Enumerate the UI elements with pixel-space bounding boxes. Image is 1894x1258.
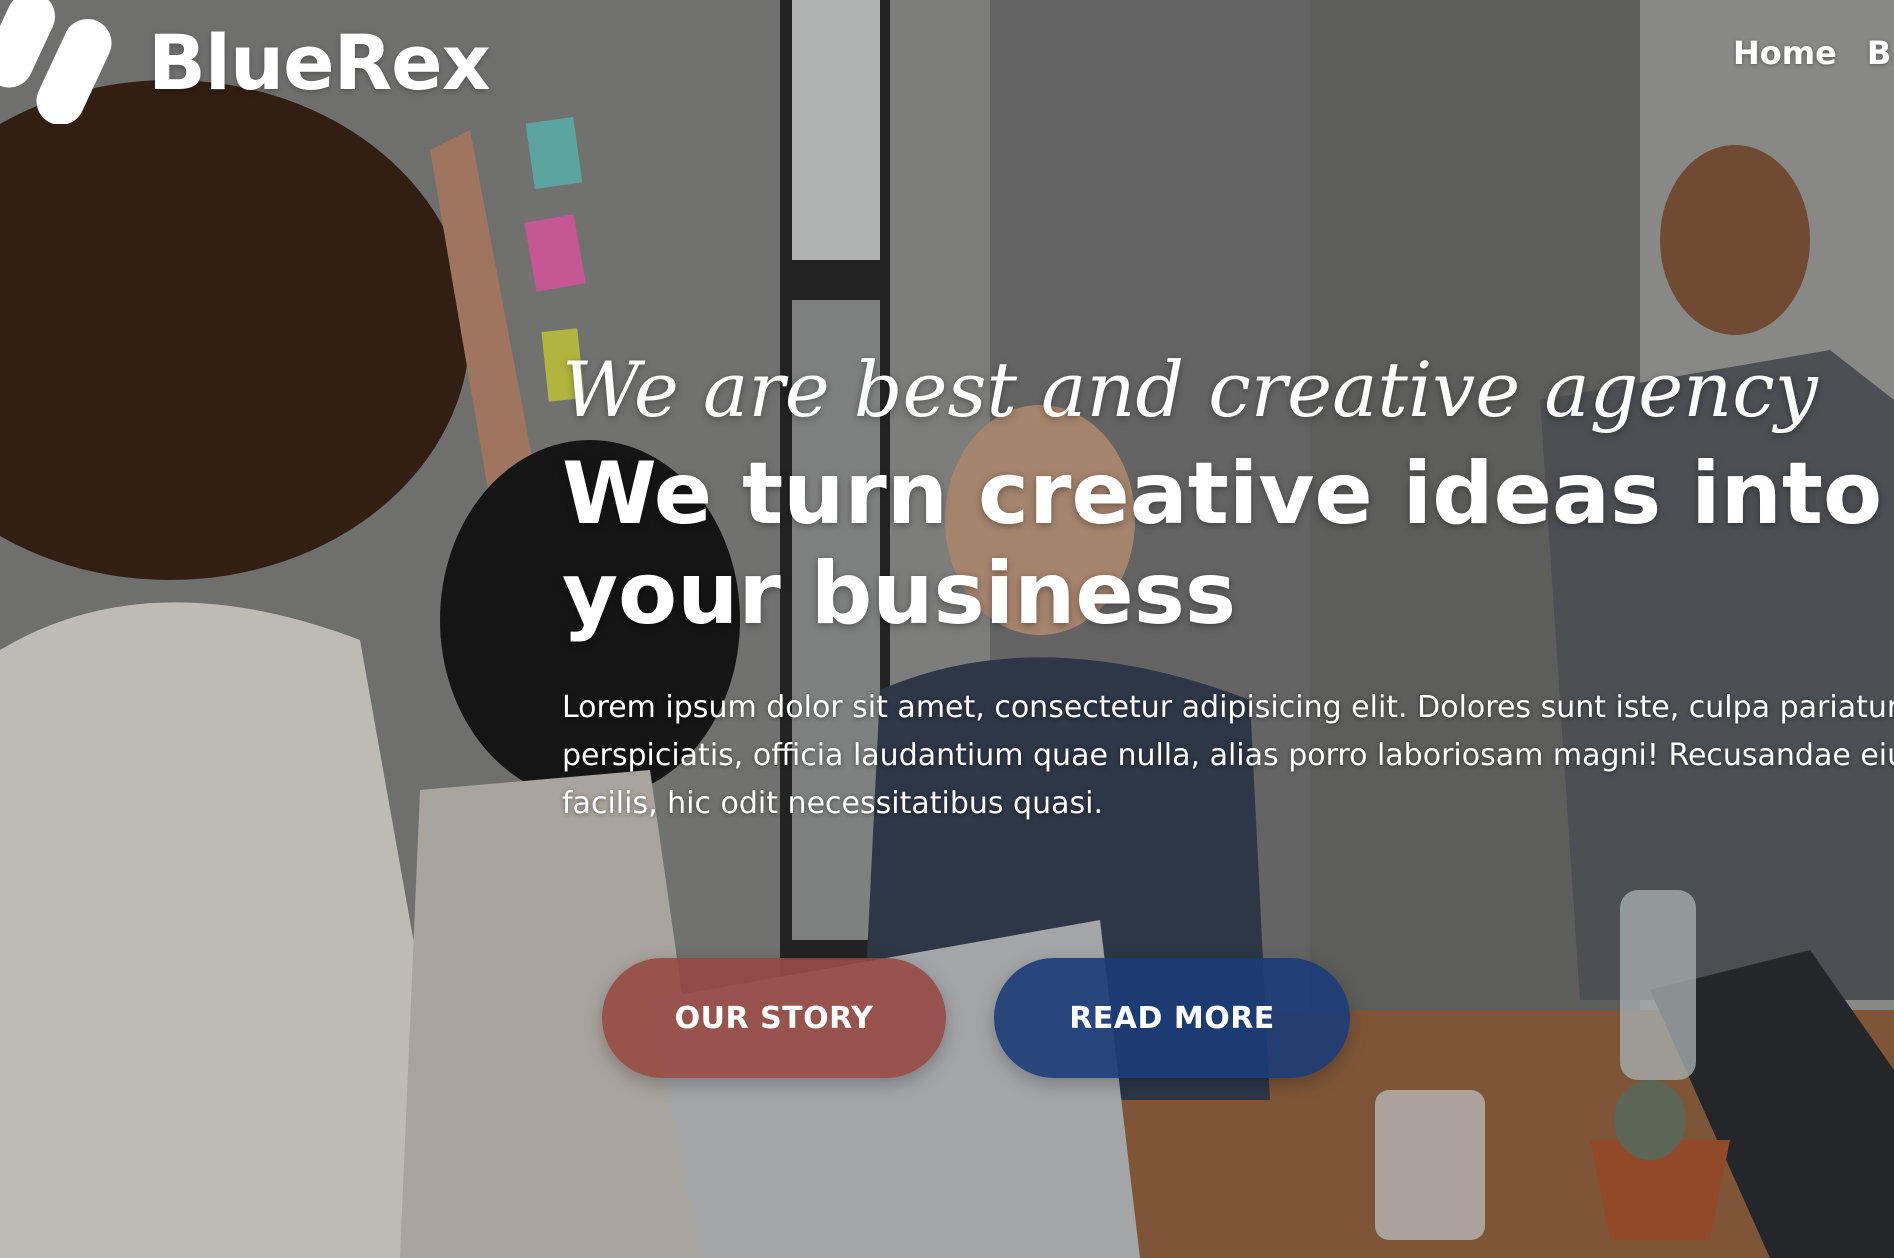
- nav-item-home[interactable]: Home: [1733, 34, 1837, 72]
- our-story-button[interactable]: OUR STORY: [602, 958, 946, 1078]
- bluerex-logo-icon: [0, 0, 122, 126]
- hero-section: BlueRex Home B We are best and creative …: [0, 0, 1894, 1258]
- hero-headline: We turn creative ideas into your busines…: [562, 443, 1883, 644]
- brand-name: BlueRex: [148, 17, 491, 107]
- hero-lead: Lorem ipsum dolor sit amet, consectetur …: [562, 689, 1894, 821]
- main-nav: Home B: [1733, 34, 1891, 72]
- hero-tagline: We are best and creative agency: [562, 345, 1818, 434]
- nav-item-b[interactable]: B: [1867, 34, 1891, 72]
- read-more-button[interactable]: READ MORE: [994, 958, 1350, 1078]
- brand[interactable]: BlueRex: [0, 0, 491, 126]
- hero-buttons: OUR STORY READ MORE: [602, 958, 1350, 1078]
- hero-content: We are best and creative agency We turn …: [562, 350, 1894, 828]
